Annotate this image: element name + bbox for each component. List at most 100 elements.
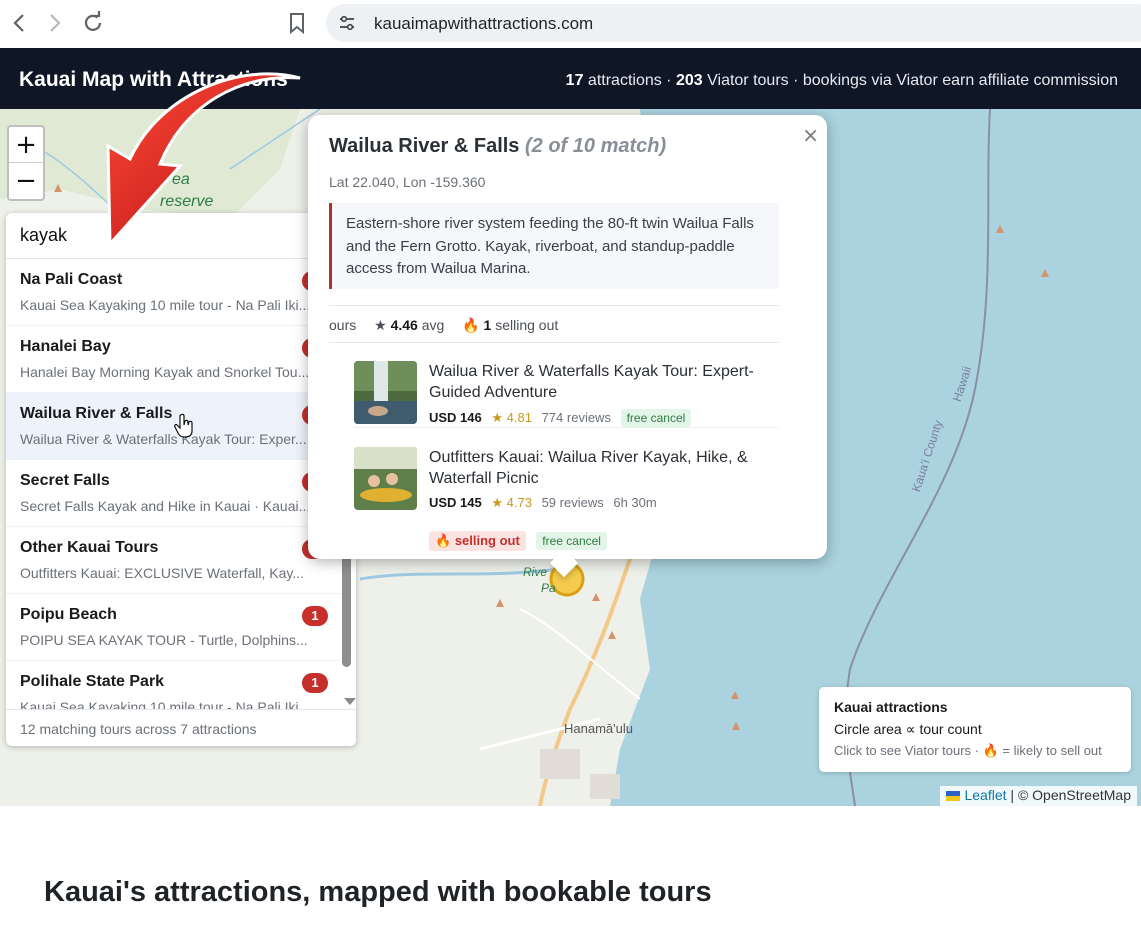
result-name: Hanalei Bay [20,338,111,355]
forward-button[interactable] [42,10,68,36]
fire-icon: 🔥 [982,743,999,758]
result-secret-falls[interactable]: Secret Falls Secret Falls Kayak and Hike… [6,460,340,527]
search-panel: Na Pali Coast Kauai Sea Kayaking 10 mile… [6,213,356,746]
popup-coords: Lat 22.040, Lon -159.360 [329,174,486,190]
tour-tags: 🔥 selling out free cancel [429,531,607,551]
map[interactable]: ea reserve Rive Pa Hanamā'ulu Kaua'i Cou… [0,109,1141,806]
url-text[interactable]: kauaimapwithattractions.com [374,14,593,34]
attractions-label: attractions · [587,72,672,89]
tour-price: USD 146 [429,410,482,425]
selling-out-label: selling out [495,317,559,333]
fire-icon: 🔥 [435,533,452,548]
legend-click-note: Click to see Viator tours · 🔥 = likely t… [834,743,1116,759]
tour-reviews: 774 reviews [541,410,611,425]
result-name: Na Pali Coast [20,271,123,288]
tour-card[interactable]: Wailua River & Waterfalls Kayak Tour: Ex… [354,361,779,427]
free-cancel-tag: free cancel [536,532,607,550]
result-tour-preview: Secret Falls Kayak and Hike in Kauai · K… [20,498,311,514]
osm-attribution[interactable]: | © OpenStreetMap [1010,787,1131,803]
tour-meta: USD 145 ★ 4.73 59 reviews 6h 30m [429,495,657,511]
popup-match-count: (2 of 10 match) [525,135,667,157]
tours-label: Viator tours · bookings via Viator earn … [707,72,1118,89]
browser-chrome: kauaimapwithattractions.com [0,0,1141,48]
tour-rating: ★ 4.81 [491,410,532,425]
map-label-town: Hanamā'ulu [564,721,633,736]
result-tour-preview: POIPU SEA KAYAK TOUR - Turtle, Dolphins.… [20,632,308,648]
site-settings-icon[interactable] [338,14,356,37]
popup-title: Wailua River & Falls (2 of 10 match) [329,135,666,158]
tour-meta: USD 146 ★ 4.81 774 reviews free cancel [429,409,692,427]
hand-cursor-icon [174,413,193,438]
zoom-in-button[interactable]: + [9,127,43,163]
tour-rating: ★ 4.73 [491,495,532,510]
legend-note-b: = likely to sell out [1002,743,1102,758]
rating-label: avg [421,317,445,333]
result-tour-preview: Outfitters Kauai: EXCLUSIVE Waterfall, K… [20,565,304,581]
legend-note-a: Click to see Viator tours · [834,743,979,758]
site-title[interactable]: Kauai Map with Attractions [19,68,288,92]
result-count-badge: 1 [302,606,328,626]
tour-price: USD 145 [429,495,482,510]
tour-card[interactable]: Outfitters Kauai: Wailua River Kayak, Hi… [354,447,779,551]
result-name: Wailua River & Falls [20,405,173,422]
result-hanalei-bay[interactable]: Hanalei Bay Hanalei Bay Morning Kayak an… [6,326,340,393]
result-name: Polihale State Park [20,673,165,690]
scroll-down-icon[interactable] [344,698,356,705]
result-tour-preview: Kauai Sea Kayaking 10 mile tour - Na Pal… [20,297,311,313]
popup-description: Eastern-shore river system feeding the 8… [329,203,779,289]
result-name: Secret Falls [20,472,110,489]
reload-button[interactable] [80,10,106,36]
tour-title[interactable]: Wailua River & Waterfalls Kayak Tour: Ex… [429,361,774,403]
results-summary: 12 matching tours across 7 attractions [6,709,356,746]
zoom-out-button[interactable]: − [9,163,43,199]
legend-title: Kauai attractions [834,699,948,715]
back-button[interactable] [6,10,32,36]
tour-duration: 6h 30m [613,495,657,510]
result-other-kauai-tours[interactable]: Other Kauai Tours Outfitters Kauai: EXCL… [6,527,340,594]
page-heading: Kauai's attractions, mapped with bookabl… [44,876,712,908]
tour-thumbnail[interactable] [354,447,417,510]
result-wailua-river-falls[interactable]: Wailua River & Falls Wailua River & Wate… [6,393,340,460]
tour-divider [354,427,779,428]
result-count-badge: 1 [302,673,328,693]
tours-count: 203 [675,72,703,89]
selling-out-text: selling out [454,533,520,548]
search-input[interactable] [6,213,356,259]
tour-count-label: ours [329,317,357,333]
bookmark-button[interactable] [284,10,310,36]
result-tour-preview: Kauai Sea Kayaking 10 mile tour - Na Pal… [20,699,311,709]
results-list: Na Pali Coast Kauai Sea Kayaking 10 mile… [6,259,340,709]
legend-circle-note: Circle area ∝ tour count [834,721,982,737]
free-cancel-tag: free cancel [620,409,692,427]
popup-stats: ours ★ 4.46 avg 🔥 1 selling out [329,305,779,343]
selling-out-tag: 🔥 selling out [429,531,526,551]
map-attribution: Leaflet | © OpenStreetMap [940,786,1137,806]
selling-out-count: 1 [483,317,492,333]
popup-title-text: Wailua River & Falls [329,135,520,157]
result-polihale-state-park[interactable]: Polihale State Park Kauai Sea Kayaking 1… [6,661,340,709]
tour-title[interactable]: Outfitters Kauai: Wailua River Kayak, Hi… [429,447,774,489]
result-name: Other Kauai Tours [20,539,159,556]
address-bar[interactable]: kauaimapwithattractions.com [326,4,1141,42]
leaflet-link[interactable]: Leaflet [964,787,1006,803]
attractions-count: 17 [565,72,584,89]
ukraine-flag-icon [946,791,961,802]
rating-value: 4.46 [390,317,418,333]
zoom-control: + − [7,125,45,201]
tour-thumbnail[interactable] [354,361,417,424]
site-header: Kauai Map with Attractions 17 attraction… [0,48,1141,109]
forward-arrow-icon [50,14,61,32]
reload-icon [84,11,102,31]
result-na-pali-coast[interactable]: Na Pali Coast Kauai Sea Kayaking 10 mile… [6,259,340,326]
result-tour-preview: Hanalei Bay Morning Kayak and Snorkel To… [20,364,310,380]
map-label-area-a: ea [172,171,190,188]
close-icon[interactable]: × [802,123,819,147]
result-name: Poipu Beach [20,606,117,623]
map-label-river-b: Pa [541,581,556,595]
fire-icon: 🔥 [462,317,480,333]
map-legend: Kauai attractions Circle area ∝ tour cou… [819,687,1131,772]
result-poipu-beach[interactable]: Poipu Beach POIPU SEA KAYAK TOUR - Turtl… [6,594,340,661]
map-label-river-a: Rive [523,565,548,579]
back-arrow-icon [13,14,24,32]
site-stats: 17 attractions · 203 Viator tours · book… [566,72,1118,90]
